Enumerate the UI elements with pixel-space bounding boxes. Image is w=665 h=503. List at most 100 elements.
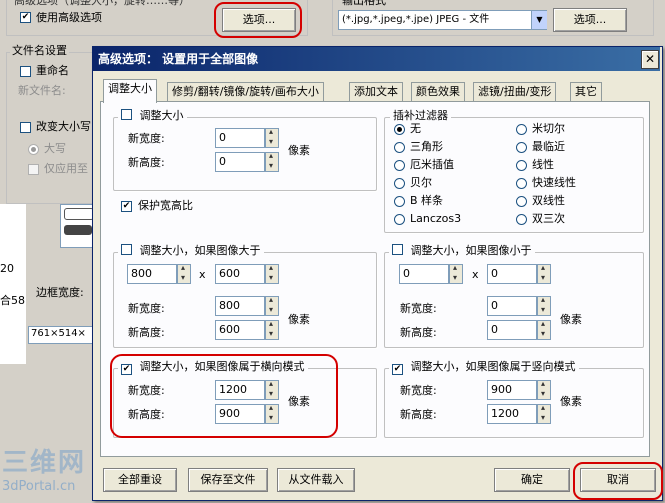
tab-crop-flip-rotate[interactable]: 修剪/翻转/镜像/旋转/画布大小 [167, 82, 324, 102]
output-format-title: 输出格式 [340, 0, 388, 8]
apply-only-checkbox[interactable] [28, 164, 39, 175]
new-filename-label: 新文件名: [18, 84, 66, 97]
portrait-checkbox[interactable]: ✔ [392, 364, 403, 375]
if-larger-w-stepper[interactable]: 800 [127, 263, 191, 284]
keep-ratio-checkbox[interactable]: ✔ [121, 201, 132, 212]
portrait-width-value[interactable]: 900 [487, 380, 537, 400]
if-smaller-width-value[interactable]: 0 [487, 296, 537, 316]
interp-option-label: Lanczos3 [410, 212, 462, 225]
border-style-1[interactable] [64, 208, 94, 220]
output-format-select[interactable]: (*.jpg,*.jpeg,*.jpe) JPEG - 文件 [338, 10, 547, 30]
resize-title: 调整大小 [139, 109, 184, 122]
apply-only-label: 仅应用至 [44, 162, 88, 175]
portrait-title: 调整大小，如果图像属于竖向模式 [410, 360, 576, 373]
advanced-options-group-title: 高级选项（调整大小，旋转……等） [12, 0, 192, 8]
interp-option-radio[interactable] [394, 124, 405, 135]
change-case-label: 改变大小写 [36, 120, 91, 133]
left-number-2: 合58 [0, 294, 25, 307]
interp-option-label: 双线性 [532, 194, 565, 207]
cancel-highlight [573, 462, 663, 500]
resize-group-header: 调整大小 [118, 109, 187, 123]
keep-ratio-label: 保护宽高比 [138, 199, 193, 212]
portrait-new-width-label: 新宽度: [400, 384, 437, 397]
if-smaller-w-value[interactable]: 0 [399, 264, 449, 284]
watermark-logo: 三维网 [2, 448, 87, 478]
portrait-height-stepper[interactable]: 1200 [487, 403, 551, 424]
chevron-down-icon[interactable]: ▼ [531, 11, 547, 29]
portrait-new-height-label: 新高度: [400, 408, 437, 421]
resize-height-stepper[interactable]: 0 [215, 151, 279, 172]
resize-checkbox[interactable] [121, 109, 132, 120]
interp-option-radio[interactable] [394, 214, 405, 225]
tab-filters[interactable]: 滤镜/扭曲/变形 [473, 82, 557, 102]
if-larger-width-stepper[interactable]: 800 [215, 295, 279, 316]
save-to-file-button[interactable]: 保存至文件 [188, 468, 268, 492]
interp-option-radio[interactable] [516, 160, 527, 171]
if-smaller-height-stepper[interactable]: 0 [487, 319, 551, 340]
interp-option-label: 米切尔 [532, 122, 565, 135]
rename-checkbox[interactable] [20, 66, 31, 77]
resize-width-stepper[interactable]: 0 [215, 127, 279, 148]
interp-option-radio[interactable] [516, 214, 527, 225]
rename-label: 重命名 [36, 64, 69, 77]
interp-option-radio[interactable] [394, 142, 405, 153]
if-smaller-title: 调整大小，如果图像小于 [410, 244, 532, 257]
tab-other[interactable]: 其它 [570, 82, 602, 102]
dims-readout: 761×514× [31, 328, 86, 339]
change-case-checkbox[interactable] [20, 122, 31, 133]
if-smaller-checkbox[interactable] [392, 244, 403, 255]
filename-settings-title: 文件名设置 [10, 44, 69, 58]
watermark-url: 3dPortal.cn [2, 479, 76, 494]
tab-add-text[interactable]: 添加文本 [349, 82, 403, 102]
reset-all-button[interactable]: 全部重设 [103, 468, 177, 492]
if-smaller-h-value[interactable]: 0 [487, 264, 537, 284]
interp-option-radio[interactable] [516, 142, 527, 153]
interp-option-label: 贝尔 [410, 176, 432, 189]
interp-option-label: 双三次 [532, 212, 565, 225]
interp-option-radio[interactable] [394, 196, 405, 207]
uppercase-label: 大写 [44, 142, 66, 155]
options-button-highlight [214, 2, 302, 38]
if-larger-new-height-label: 新高度: [128, 326, 165, 339]
if-larger-h-stepper[interactable]: 600 [215, 263, 279, 284]
if-smaller-w-stepper[interactable]: 0 [399, 263, 463, 284]
options-button-2[interactable]: 选项... [553, 8, 627, 32]
if-smaller-new-height-label: 新高度: [400, 326, 437, 339]
interp-option-radio[interactable] [394, 178, 405, 189]
use-advanced-checkbox[interactable]: ✔ [20, 12, 31, 23]
if-smaller-height-value[interactable]: 0 [487, 320, 537, 340]
border-style-2[interactable] [64, 225, 92, 235]
if-larger-new-width-label: 新宽度: [128, 302, 165, 315]
resize-width-value[interactable]: 0 [215, 128, 265, 148]
portrait-height-value[interactable]: 1200 [487, 404, 537, 424]
if-larger-height-value[interactable]: 600 [215, 320, 265, 340]
if-larger-width-value[interactable]: 800 [215, 296, 265, 316]
tab-resize[interactable]: 调整大小 [103, 79, 157, 103]
if-larger-checkbox[interactable] [121, 244, 132, 255]
interp-option-radio[interactable] [516, 196, 527, 207]
if-larger-height-stepper[interactable]: 600 [215, 319, 279, 340]
if-smaller-x: x [472, 268, 479, 281]
if-smaller-unit: 像素 [560, 313, 582, 326]
if-larger-header: 调整大小，如果图像大于 [118, 244, 264, 258]
uppercase-radio[interactable] [28, 144, 39, 155]
dialog-title: 高级选项： 设置用于全部图像 [98, 52, 259, 66]
interp-option-radio[interactable] [394, 160, 405, 171]
if-smaller-h-stepper[interactable]: 0 [487, 263, 551, 284]
landscape-highlight [110, 354, 338, 438]
ok-button[interactable]: 确定 [494, 468, 570, 492]
interp-option-label: 线性 [532, 158, 554, 171]
use-advanced-label: 使用高级选项 [36, 11, 102, 24]
load-from-file-button[interactable]: 从文件载入 [277, 468, 355, 492]
portrait-width-stepper[interactable]: 900 [487, 379, 551, 400]
left-white-panel [0, 204, 26, 364]
interp-option-radio[interactable] [516, 124, 527, 135]
if-larger-h-value[interactable]: 600 [215, 264, 265, 284]
if-larger-w-value[interactable]: 800 [127, 264, 177, 284]
portrait-header: ✔ 调整大小，如果图像属于竖向模式 [389, 360, 579, 375]
tab-color-effects[interactable]: 颜色效果 [411, 82, 465, 102]
if-smaller-width-stepper[interactable]: 0 [487, 295, 551, 316]
close-icon[interactable]: ✕ [641, 50, 659, 69]
interp-option-radio[interactable] [516, 178, 527, 189]
resize-height-value[interactable]: 0 [215, 152, 265, 172]
